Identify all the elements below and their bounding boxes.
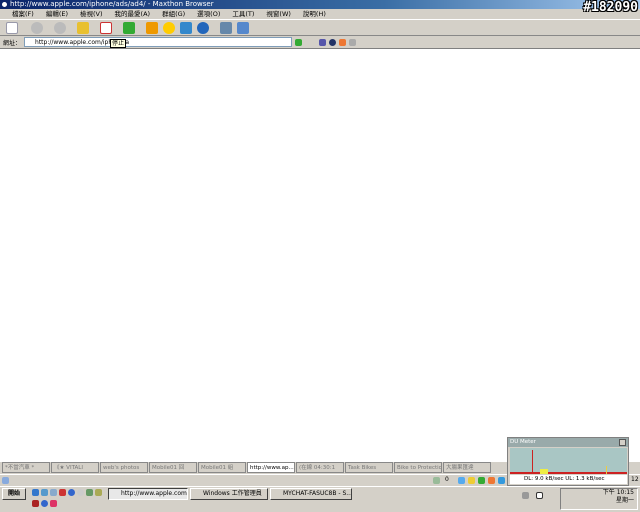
- status-icon-3[interactable]: [478, 477, 485, 484]
- tab[interactable]: (在線 04:30:1: [296, 462, 344, 473]
- undo-icon[interactable]: [197, 21, 209, 34]
- menu-window[interactable]: 視窗(W): [260, 9, 297, 19]
- du-meter-title: DU Meter: [510, 439, 536, 445]
- quick-launch: [32, 489, 102, 509]
- clock[interactable]: 下午 10:15: [561, 489, 634, 497]
- columns-icon[interactable]: [220, 21, 232, 34]
- tab[interactable]: Task Bikes: [345, 462, 393, 473]
- task-mychat[interactable]: MYCHAT-FASUC8B - S...: [270, 488, 352, 500]
- quick-icon[interactable]: [86, 489, 93, 496]
- screen-capture-icon[interactable]: [180, 21, 192, 34]
- quick-icon[interactable]: [50, 500, 57, 507]
- quick-icon[interactable]: [41, 500, 48, 507]
- quick-icon[interactable]: [50, 489, 57, 496]
- tab[interactable]: Bike to Protection: [394, 462, 442, 473]
- title-bar: http://www.apple.com/iphone/ads/ad4/ - M…: [0, 0, 640, 9]
- menu-edit[interactable]: 編輯(E): [40, 9, 74, 19]
- up-icon[interactable]: [77, 21, 89, 34]
- window-title: http://www.apple.com/iphone/ads/ad4/ - M…: [10, 0, 214, 8]
- status-icon-1[interactable]: [458, 477, 465, 484]
- popup-count: 0: [445, 476, 449, 483]
- menu-favorites[interactable]: 我的最愛(A): [109, 9, 157, 19]
- back-icon[interactable]: [31, 21, 43, 34]
- tab[interactable]: Mobile01 回: [149, 462, 197, 473]
- address-bar: 網址： http://www.apple.com/iphone/a: [0, 36, 640, 48]
- status-icon-5[interactable]: [498, 477, 505, 484]
- browser-icon: [1, 1, 8, 8]
- bandwidth-graph: [510, 448, 627, 474]
- quick-icon[interactable]: [77, 489, 84, 496]
- refresh-icon[interactable]: [123, 21, 135, 34]
- page-number: 12: [631, 476, 639, 483]
- ie-icon[interactable]: [32, 489, 39, 496]
- popup-blocker-icon[interactable]: [433, 477, 440, 484]
- tab[interactable]: 《★ VITALI: [51, 462, 99, 473]
- tab[interactable]: Mobile01 組: [198, 462, 246, 473]
- tab[interactable]: 大腸果匯達: [443, 462, 491, 473]
- du-meter-reading: DL: 9.0 kB/sec UL: 1.3 kB/sec: [510, 475, 627, 484]
- status-icon-2[interactable]: [468, 477, 475, 484]
- page-content[interactable]: [0, 48, 640, 462]
- tab-active[interactable]: http://www.ap...: [247, 462, 295, 473]
- rss-icon[interactable]: [339, 38, 347, 46]
- sidebar-icon[interactable]: [237, 21, 249, 34]
- status-icon-4[interactable]: [488, 477, 495, 484]
- filter-icon[interactable]: [319, 38, 327, 46]
- menu-help[interactable]: 說明(H): [297, 9, 332, 19]
- close-icon[interactable]: [619, 439, 626, 446]
- printer-icon[interactable]: [522, 492, 529, 499]
- toolbar: [0, 20, 640, 36]
- maxthon-icon[interactable]: [68, 489, 75, 496]
- start-button[interactable]: 開始: [2, 488, 26, 500]
- tab-bar: *不當汽車 * 《★ VITALI web's photos Mobile01 …: [0, 462, 507, 474]
- address-input[interactable]: http://www.apple.com/iphone/a: [24, 37, 293, 47]
- menu-tools[interactable]: 工具(T): [226, 9, 260, 19]
- forward-icon[interactable]: [54, 21, 66, 34]
- help-icon[interactable]: [536, 492, 543, 499]
- menu-bar: 檔案(F) 編輯(E) 檢視(V) 我的最愛(A) 群組(G) 選項(O) 工具…: [0, 9, 640, 20]
- du-meter-window[interactable]: DU Meter DL: 9.0 kB/sec UL: 1.3 kB/sec: [507, 437, 629, 486]
- menu-options[interactable]: 選項(O): [191, 9, 226, 19]
- menu-groups[interactable]: 群組(G): [156, 9, 191, 19]
- stop-tooltip: 停止: [110, 39, 127, 48]
- address-label: 網址：: [3, 39, 22, 47]
- tab[interactable]: *不當汽車 *: [2, 462, 50, 473]
- menu-view[interactable]: 檢視(V): [74, 9, 109, 19]
- quick-icon[interactable]: [41, 489, 48, 496]
- quick-icon[interactable]: [32, 500, 39, 507]
- quick-icon[interactable]: [59, 489, 66, 496]
- task-task-manager[interactable]: Windows 工作管理員: [190, 488, 268, 500]
- favorites-star-icon[interactable]: [163, 21, 175, 34]
- stop-icon[interactable]: [100, 21, 112, 34]
- home-icon[interactable]: [146, 21, 158, 34]
- go-icon[interactable]: [295, 38, 303, 46]
- tab[interactable]: web's photos: [100, 462, 148, 473]
- page-status-icon: [2, 477, 9, 484]
- new-page-icon[interactable]: [6, 21, 18, 34]
- day: 星期一: [615, 497, 634, 504]
- system-tray: 下午 10:15 星期一: [560, 488, 638, 510]
- quick-icon[interactable]: [95, 489, 102, 496]
- proxy-icon[interactable]: [329, 38, 337, 46]
- link-icon[interactable]: [349, 38, 357, 46]
- task-browser[interactable]: http://www.apple.com/iph...: [108, 488, 188, 500]
- menu-file[interactable]: 檔案(F): [6, 9, 40, 19]
